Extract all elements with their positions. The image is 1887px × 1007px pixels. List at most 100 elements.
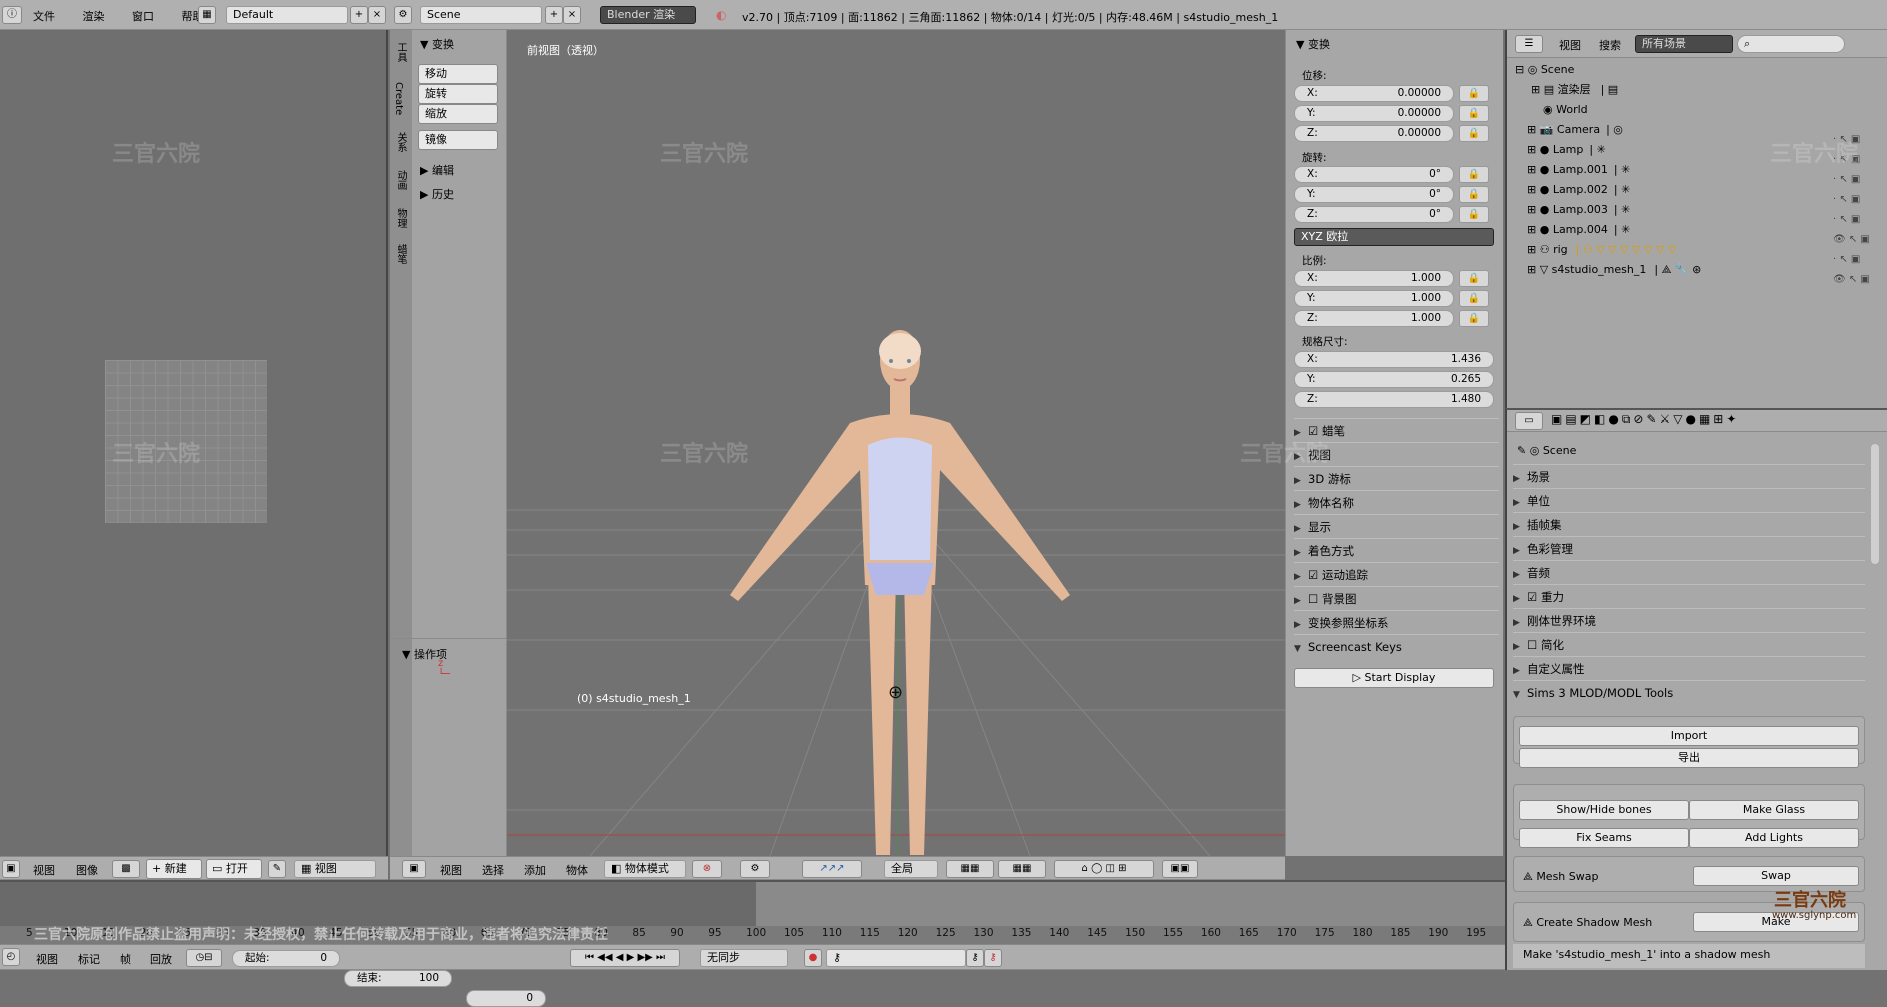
visibility-icon[interactable]: · ↖ ▣ [1833,190,1887,210]
timeline[interactable]: 5 10 15 20 25 30 35 40 45 50 55 60 65 70 75 80 85 90 95 100… [0,880,1505,946]
loc-z-field[interactable]: Z: 0.00000 [1294,125,1454,142]
playback-controls-icon[interactable]: ⏮ ◀◀ ◀ ▶ ▶▶ ⏭ [570,949,680,967]
outliner-filter-select[interactable]: 所有场景 [1635,35,1733,53]
outliner-item-camera[interactable]: ⊞ 📷 Camera | ◎ [1513,120,1883,140]
visibility-icon[interactable]: · ↖ ▣ [1833,170,1887,190]
visibility-icon[interactable]: · ↖ ▣ [1833,130,1887,150]
tl-menu-playback[interactable]: 回放 [150,951,172,967]
keying-set-field[interactable]: ⚷ [826,949,966,967]
visibility-icon[interactable]: · ↖ ▣ [1833,210,1887,230]
uv-image-editor[interactable] [0,30,388,856]
current-frame-field[interactable]: 0 [466,990,546,1007]
visibility-icon[interactable]: · ↖ ▣ [1833,250,1887,270]
history-section[interactable]: ▶ 历史 [420,186,454,202]
outliner-item-mesh[interactable]: ⊞ ▽ s4studio_mesh_1 | ⟁ 🔧 ⊛ [1513,260,1883,280]
uv-menu-image[interactable]: 图像 [76,862,98,878]
outliner-item-lamp-002[interactable]: ⊞ ● Lamp.002 | ✳ [1513,180,1883,200]
layout-field[interactable]: Default [226,6,348,24]
loc-z-lock-icon[interactable]: 🔒 [1459,125,1489,142]
layers-2-icon[interactable]: ▦▦ [998,860,1046,878]
uv-view-select[interactable]: ▦ 视图 [294,860,376,878]
panel-rigid-body-world[interactable]: ▶ 刚体世界环境 [1513,608,1865,632]
section-screencast-keys[interactable]: ▼ Screencast Keys [1294,634,1499,658]
layout-close-icon[interactable]: × [368,6,386,24]
section-transform-orientations[interactable]: ▶ 变换参照坐标系 [1294,610,1499,634]
keyframe-insert-icon[interactable]: ⚷ [966,949,984,967]
new-image-button[interactable]: + 新建 [146,859,202,879]
panel-units[interactable]: ▶ 单位 [1513,488,1865,512]
dim-z-field[interactable]: Z: 1.480 [1294,391,1494,408]
outliner-item-lamp-003[interactable]: ⊞ ● Lamp.003 | ✳ [1513,200,1883,220]
section-view[interactable]: ▶ 视图 [1294,442,1499,466]
vp-menu-view[interactable]: 视图 [440,862,462,878]
tl-menu-marker[interactable]: 标记 [78,951,100,967]
scale-y-field[interactable]: Y: 1.000 [1294,290,1454,307]
outliner-item-lamp-001[interactable]: ⊞ ● Lamp.001 | ✳ [1513,160,1883,180]
properties-scrollbar[interactable] [1871,444,1879,564]
edit-section[interactable]: ▶ 编辑 [420,162,454,178]
scale-z-field[interactable]: Z: 1.000 [1294,310,1454,327]
menu-file[interactable]: 文件 [33,10,55,23]
rotate-button[interactable]: 旋转 [418,84,498,104]
pivot-icon[interactable]: ⚙ [740,860,770,878]
preview-range-icon[interactable]: ◷⊟ [186,949,222,967]
uv-editor-type-icon[interactable]: ▣ [2,860,20,878]
start-frame-field[interactable]: 起始: 0 [232,950,340,967]
timeline-type-icon[interactable]: ◴ [2,948,20,966]
panel-gravity[interactable]: ▶ ☑ 重力 [1513,584,1865,608]
import-button[interactable]: Import [1519,726,1859,746]
rot-z-lock-icon[interactable]: 🔒 [1459,206,1489,223]
outliner-item-rig[interactable]: ⊞ ⚇ rig | ⚇ ▽ ▽ ▽ ▽ ▽ ▽ ▽ [1513,240,1883,260]
loc-x-lock-icon[interactable]: 🔒 [1459,85,1489,102]
panel-scene[interactable]: ▶ 场景 [1513,464,1865,488]
rot-y-lock-icon[interactable]: 🔒 [1459,186,1489,203]
3d-cursor-icon[interactable]: ⊕ [888,682,903,703]
outliner-menu-search[interactable]: 搜索 [1599,37,1621,53]
menu-window[interactable]: 窗口 [132,10,154,23]
export-button[interactable]: 导出 [1519,748,1859,768]
fix-seams-button[interactable]: Fix Seams [1519,828,1689,848]
record-icon[interactable]: ● [804,949,822,967]
make-glass-button[interactable]: Make Glass [1689,800,1859,820]
scale-button[interactable]: 缩放 [418,104,498,124]
show-hide-bones-button[interactable]: Show/Hide bones [1519,800,1689,820]
outliner-item-render-layers[interactable]: ⊞ ▤ 渲染层 | ▤ [1513,80,1883,100]
add-lights-button[interactable]: Add Lights [1689,828,1859,848]
section-grease-pencil[interactable]: ▶ ☑ 蜡笔 [1294,418,1499,442]
start-display-button[interactable]: ▷ Start Display [1294,668,1494,688]
manipulator-icon[interactable]: ↗↗↗ [802,860,862,878]
transform-header[interactable]: ▼ 变换 [420,36,454,52]
uv-menu-view[interactable]: 视图 [33,862,55,878]
viewport-3d[interactable]: 工具 Create 关系 动画 物理 蜡笔 ▼ 变换 移动 旋转 缩放 镜像 ▶… [390,30,1285,856]
vp-menu-add[interactable]: 添加 [524,862,546,878]
properties-type-icon[interactable]: ▭ [1515,412,1543,430]
loc-y-field[interactable]: Y: 0.00000 [1294,105,1454,122]
tab-animation[interactable]: 动画 [393,170,408,190]
end-frame-field[interactable]: 结束: 100 [344,970,452,987]
render-preview-icon[interactable]: ▣▣ [1162,860,1198,878]
shading-icon[interactable]: ⊗ [692,860,722,878]
orientation-select[interactable]: 全局 [884,860,938,878]
panel-simplify[interactable]: ▶ ☐ 简化 [1513,632,1865,656]
section-motion-tracking[interactable]: ▶ ☑ 运动追踪 [1294,562,1499,586]
rotation-mode-select[interactable]: XYZ 欧拉 [1294,228,1494,246]
loc-x-field[interactable]: X: 0.00000 [1294,85,1454,102]
context-tabs[interactable]: ▣▤◩◧●⧉⊘✎⚔▽●▦⊞✦ [1551,412,1739,427]
tab-create[interactable]: Create [393,82,404,115]
scene-field[interactable]: Scene [420,6,542,24]
outliner-item-lamp[interactable]: ⊞ ● Lamp | ✳ [1513,140,1883,160]
vp-menu-object[interactable]: 物体 [566,862,588,878]
outliner-item-scene[interactable]: ⊟ ◎ Scene [1513,60,1883,80]
snap-icon[interactable]: ⌂ ◯ ◫ ⊞ [1054,860,1154,878]
n-transform-header[interactable]: ▼ 变换 [1296,36,1330,52]
open-image-button[interactable]: ▭ 打开 [206,859,262,879]
layout-add-icon[interactable]: + [350,6,368,24]
keyframe-delete-icon[interactable]: ⚷ [984,949,1002,967]
panel-audio[interactable]: ▶ 音频 [1513,560,1865,584]
panel-sims3-tools[interactable]: ▼ Sims 3 MLOD/MODL Tools [1513,680,1865,704]
outliner-search-input[interactable]: ⌕ [1737,35,1845,53]
tl-menu-view[interactable]: 视图 [36,951,58,967]
section-display[interactable]: ▶ 显示 [1294,514,1499,538]
scale-y-lock-icon[interactable]: 🔒 [1459,290,1489,307]
tab-relations[interactable]: 关系 [393,132,408,152]
